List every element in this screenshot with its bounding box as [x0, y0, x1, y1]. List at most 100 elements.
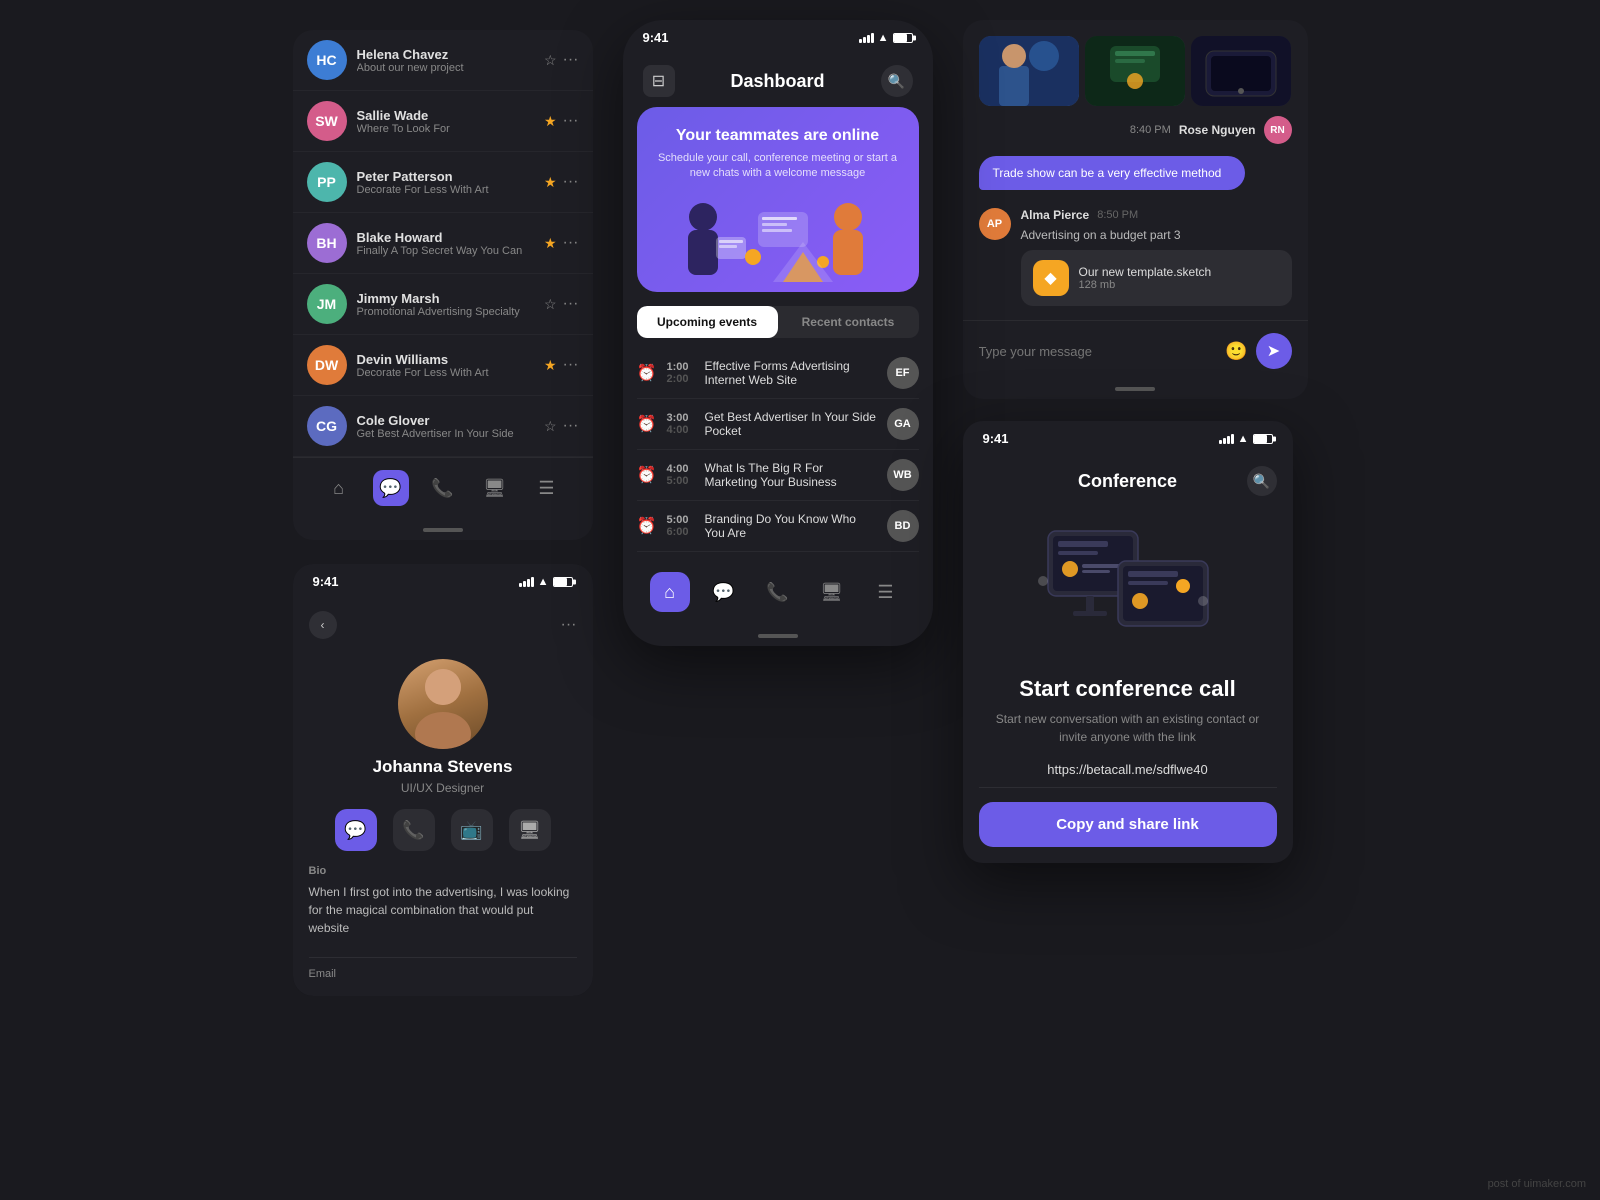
watermark: post of uimaker.com	[1488, 1178, 1586, 1190]
profile-call-btn[interactable]: 📞	[393, 809, 435, 851]
conference-search-button[interactable]: 🔍	[1247, 466, 1277, 496]
back-button[interactable]: ‹	[309, 611, 337, 639]
emoji-button[interactable]: 🙂	[1225, 341, 1247, 362]
event-list: ⏰ 1:00 2:00 Effective Forms Advertising …	[623, 348, 933, 552]
chat-photo-2	[1085, 36, 1185, 106]
nav-menu-btn[interactable]: ☰	[529, 470, 565, 506]
dash-nav-home[interactable]: ⌂	[650, 572, 690, 612]
dash-nav-screen[interactable]: 🖥	[812, 572, 852, 612]
nav-chat-btn[interactable]: 💬	[373, 470, 409, 506]
dash-nav-chat[interactable]: 💬	[704, 572, 744, 612]
contact-item[interactable]: SW Sallie Wade Where To Look For ★ ···	[293, 91, 593, 152]
contact-avatar: JM	[307, 284, 347, 324]
copy-share-link-button[interactable]: Copy and share link	[979, 802, 1277, 847]
event-start-time: 1:00	[667, 361, 695, 373]
nav-call-btn[interactable]: 📞	[425, 470, 461, 506]
chat-msg2-text: Advertising on a budget part 3	[1021, 228, 1292, 242]
send-button[interactable]: ➤	[1256, 333, 1292, 369]
contact-avatar: CG	[307, 406, 347, 446]
profile-time: 9:41	[313, 574, 339, 589]
battery-icon	[893, 33, 913, 43]
more-options-icon[interactable]: ···	[563, 234, 579, 252]
contact-item[interactable]: JM Jimmy Marsh Promotional Advertising S…	[293, 274, 593, 335]
event-item[interactable]: ⏰ 5:00 6:00 Branding Do You Know Who You…	[637, 501, 919, 552]
conference-title: Conference	[1009, 471, 1247, 492]
contact-avatar: PP	[307, 162, 347, 202]
more-options-icon[interactable]: ···	[563, 51, 579, 69]
search-button[interactable]: 🔍	[881, 65, 913, 97]
event-start-time: 4:00	[667, 463, 695, 475]
photo-illustration-1	[979, 36, 1079, 106]
event-start-time: 5:00	[667, 514, 695, 526]
contact-name: Peter Patterson	[357, 169, 534, 184]
signal-icon	[859, 33, 874, 43]
chat-input-row: 🙂 ➤	[963, 320, 1308, 379]
star-icon[interactable]: ☆	[544, 52, 557, 69]
star-icon[interactable]: ★	[544, 113, 557, 130]
contact-item[interactable]: CG Cole Glover Get Best Advertiser In Yo…	[293, 396, 593, 457]
contact-message: Decorate For Less With Art	[357, 367, 534, 379]
profile-screen-btn[interactable]: 🖥	[509, 809, 551, 851]
contact-message: Finally A Top Secret Way You Can	[357, 245, 534, 257]
nav-home-btn[interactable]: ⌂	[321, 470, 357, 506]
tab-recent-contacts[interactable]: Recent contacts	[778, 306, 919, 338]
star-icon[interactable]: ★	[544, 357, 557, 374]
contact-name: Helena Chavez	[357, 47, 534, 62]
chat-sender-avatar: RN	[1264, 116, 1292, 144]
more-options-button[interactable]: ···	[561, 616, 577, 634]
hero-sub: Schedule your call, conference meeting o…	[657, 151, 899, 182]
event-item[interactable]: ⏰ 3:00 4:00 Get Best Advertiser In Your …	[637, 399, 919, 450]
star-icon[interactable]: ☆	[544, 296, 557, 313]
contact-message: About our new project	[357, 62, 534, 74]
conference-divider	[979, 787, 1277, 788]
more-options-icon[interactable]: ···	[563, 173, 579, 191]
event-item[interactable]: ⏰ 1:00 2:00 Effective Forms Advertising …	[637, 348, 919, 399]
star-icon[interactable]: ☆	[544, 418, 557, 435]
filter-button[interactable]: ⊟	[643, 65, 675, 97]
file-name: Our new template.sketch	[1079, 265, 1280, 279]
battery-icon	[1253, 434, 1273, 444]
chat-msg2-time: 8:50 PM	[1097, 209, 1138, 221]
event-end-time: 5:00	[667, 475, 695, 487]
star-icon[interactable]: ★	[544, 174, 557, 191]
contacts-bottom-nav: ⌂ 💬 📞 🖥 ☰	[293, 457, 593, 520]
more-options-icon[interactable]: ···	[563, 417, 579, 435]
chat-msg2-name: Alma Pierce	[1021, 208, 1090, 222]
more-options-icon[interactable]: ···	[563, 112, 579, 130]
chat-msg2-avatar: AP	[979, 208, 1011, 240]
dash-nav-call[interactable]: 📞	[758, 572, 798, 612]
event-title: What Is The Big R For Marketing Your Bus…	[705, 461, 877, 489]
event-item[interactable]: ⏰ 4:00 5:00 What Is The Big R For Market…	[637, 450, 919, 501]
dash-nav-menu[interactable]: ☰	[866, 572, 906, 612]
profile-chat-btn[interactable]: 💬	[335, 809, 377, 851]
more-options-icon[interactable]: ···	[563, 295, 579, 313]
chat-photo-3	[1191, 36, 1291, 106]
event-title: Branding Do You Know Who You Are	[705, 512, 877, 540]
tab-upcoming-events[interactable]: Upcoming events	[637, 306, 778, 338]
star-icon[interactable]: ★	[544, 235, 557, 252]
conference-illustration	[963, 506, 1293, 676]
events-tabs: Upcoming events Recent contacts	[637, 306, 919, 338]
event-avatar: EF	[887, 357, 919, 389]
contact-item[interactable]: HC Helena Chavez About our new project ☆…	[293, 30, 593, 91]
profile-video-btn[interactable]: 📺	[451, 809, 493, 851]
message-input[interactable]	[979, 344, 1218, 359]
event-title: Effective Forms Advertising Internet Web…	[705, 359, 877, 387]
event-end-time: 4:00	[667, 424, 695, 436]
profile-status-bar: 9:41 ▲	[293, 564, 593, 595]
contact-name: Cole Glover	[357, 413, 534, 428]
nav-screen-btn[interactable]: 🖥	[477, 470, 513, 506]
contact-item[interactable]: DW Devin Williams Decorate For Less With…	[293, 335, 593, 396]
contact-message: Promotional Advertising Specialty	[357, 306, 534, 318]
contact-item[interactable]: BH Blake Howard Finally A Top Secret Way…	[293, 213, 593, 274]
contact-message: Get Best Advertiser In Your Side	[357, 428, 534, 440]
file-attachment[interactable]: ◆ Our new template.sketch 128 mb	[1021, 250, 1292, 306]
event-avatar: GA	[887, 408, 919, 440]
hero-title: Your teammates are online	[657, 127, 899, 145]
event-avatar: BD	[887, 510, 919, 542]
more-options-icon[interactable]: ···	[563, 356, 579, 374]
contact-item[interactable]: PP Peter Patterson Decorate For Less Wit…	[293, 152, 593, 213]
conference-status-bar: 9:41 ▲	[963, 421, 1293, 452]
signal-icon	[1219, 434, 1234, 444]
contact-list: HC Helena Chavez About our new project ☆…	[293, 30, 593, 457]
